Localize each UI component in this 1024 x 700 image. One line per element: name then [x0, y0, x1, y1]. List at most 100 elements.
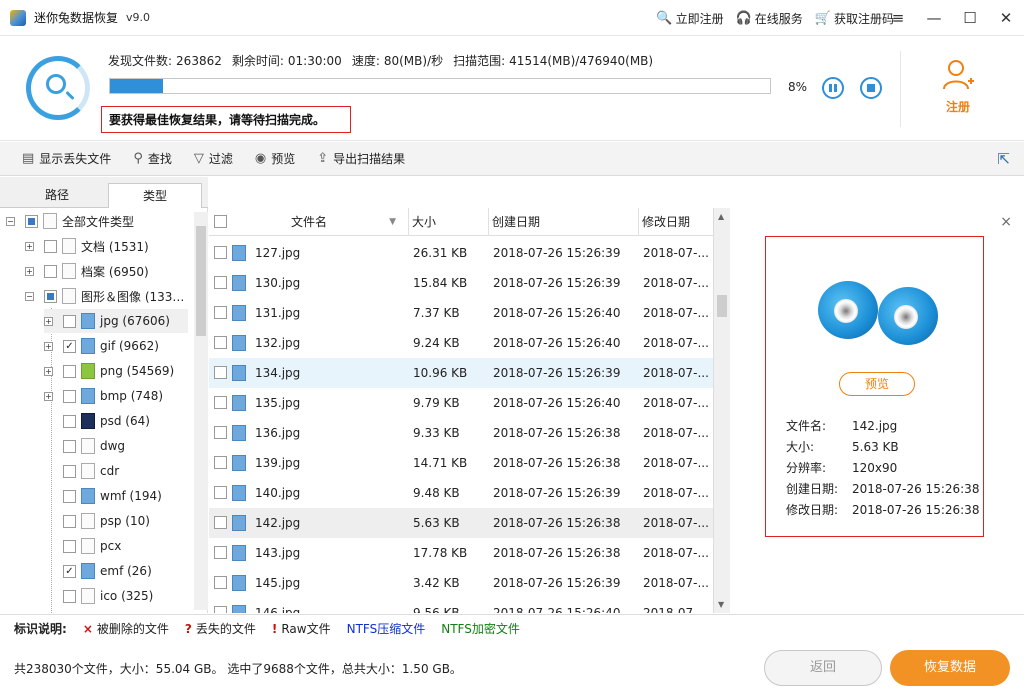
column-header-2[interactable]: 创建日期: [489, 208, 639, 236]
column-header-0[interactable]: 文件名 ▼: [231, 208, 409, 236]
table-row[interactable]: 134.jpg 10.96 KB 2018-07-26 15:26:39 2018-0…: [209, 358, 713, 388]
scroll-up-icon[interactable]: ▲: [718, 212, 724, 221]
list-scroll-thumb[interactable]: [717, 295, 727, 317]
table-row[interactable]: 145.jpg 3.42 KB 2018-07-26 15:26:39 2018-07…: [209, 568, 713, 598]
toolbar-item-2[interactable]: ▽ 过滤: [194, 150, 233, 167]
toolbar-item-0[interactable]: ▤ 显示丢失文件: [22, 150, 111, 167]
tree-item[interactable]: − 图形＆图像 (133…: [25, 284, 184, 308]
maximize-button[interactable]: ☐: [952, 0, 988, 36]
row-checkbox[interactable]: [214, 426, 227, 439]
stop-button[interactable]: [860, 77, 882, 99]
tree-checkbox[interactable]: [63, 489, 76, 503]
pause-button[interactable]: [822, 77, 844, 99]
tree-item[interactable]: psp (10): [44, 509, 150, 533]
tree-item[interactable]: + jpg (67606): [44, 309, 188, 333]
row-checkbox[interactable]: [214, 486, 227, 499]
row-checkbox[interactable]: [214, 246, 227, 259]
row-checkbox[interactable]: [214, 276, 227, 289]
file-show-icon: ▤: [22, 151, 35, 166]
minimize-button[interactable]: —: [916, 0, 952, 36]
table-row[interactable]: 142.jpg 5.63 KB 2018-07-26 15:26:38 2018-07…: [209, 508, 713, 538]
tree-item[interactable]: + bmp (748): [44, 384, 163, 408]
tree-expander-icon[interactable]: +: [25, 266, 34, 276]
tree-checkbox[interactable]: [63, 364, 76, 378]
tree-item[interactable]: pcx: [44, 534, 121, 558]
tree-expander-icon[interactable]: −: [6, 216, 15, 226]
row-checkbox[interactable]: [214, 306, 227, 319]
table-row[interactable]: 135.jpg 9.79 KB 2018-07-26 15:26:40 2018-07…: [209, 388, 713, 418]
share-icon[interactable]: ⇱: [997, 150, 1010, 168]
menu-button[interactable]: ≡: [880, 0, 916, 36]
select-all-checkbox[interactable]: [214, 215, 227, 228]
row-checkbox[interactable]: [214, 456, 227, 469]
tree-item[interactable]: + png (54569): [44, 359, 174, 383]
toolbar-item-4[interactable]: ⇪ 导出扫描结果: [317, 150, 405, 167]
tree-item[interactable]: psd (64): [44, 409, 150, 433]
tree-checkbox[interactable]: [63, 414, 76, 428]
tree-item[interactable]: ✓ emf (26): [44, 559, 152, 583]
tree-item[interactable]: + 文档 (1531): [25, 234, 149, 258]
row-checkbox[interactable]: [214, 366, 227, 379]
tree-scroll-thumb[interactable]: [196, 226, 206, 336]
row-checkbox[interactable]: [214, 336, 227, 349]
row-checkbox[interactable]: [214, 576, 227, 589]
tree-checkbox[interactable]: [63, 389, 76, 403]
table-row[interactable]: 136.jpg 9.33 KB 2018-07-26 15:26:38 2018-07…: [209, 418, 713, 448]
column-header-1[interactable]: 大小: [409, 208, 489, 236]
row-checkbox[interactable]: [214, 546, 227, 559]
column-header-3[interactable]: 修改日期: [639, 208, 713, 236]
tree-expander-icon[interactable]: +: [44, 316, 53, 326]
row-checkbox[interactable]: [214, 396, 227, 409]
tree-scrollbar[interactable]: [194, 212, 208, 610]
toolbar-item-1[interactable]: ⚲ 查找: [133, 150, 172, 167]
tree-item[interactable]: + ✓ gif (9662): [44, 334, 159, 358]
tree-item[interactable]: + 档案 (6950): [25, 259, 149, 283]
tree-expander-icon[interactable]: +: [25, 241, 34, 251]
document-icon: [62, 238, 76, 254]
close-preview-icon[interactable]: ×: [1000, 214, 1012, 230]
tree-checkbox[interactable]: [63, 539, 76, 553]
tree-checkbox[interactable]: [63, 589, 76, 603]
tree-item[interactable]: dwg: [44, 434, 125, 458]
tree-checkbox[interactable]: [44, 289, 57, 303]
tree-checkbox[interactable]: [63, 514, 76, 528]
tree-checkbox[interactable]: [63, 314, 76, 328]
row-checkbox[interactable]: [214, 606, 227, 613]
tree-checkbox[interactable]: [25, 214, 38, 228]
table-row[interactable]: 127.jpg 26.31 KB 2018-07-26 15:26:39 2018-0…: [209, 238, 713, 268]
tree-item[interactable]: ico (325): [44, 584, 153, 608]
tree-expander-icon[interactable]: +: [44, 366, 53, 376]
recover-button[interactable]: 恢复数据: [890, 650, 1010, 686]
table-row[interactable]: 132.jpg 9.24 KB 2018-07-26 15:26:40 2018-07…: [209, 328, 713, 358]
row-checkbox[interactable]: [214, 516, 227, 529]
table-row[interactable]: 139.jpg 14.71 KB 2018-07-26 15:26:38 2018-0…: [209, 448, 713, 478]
back-button[interactable]: 返回: [764, 650, 882, 686]
table-row[interactable]: 130.jpg 15.84 KB 2018-07-26 15:26:39 2018-0…: [209, 268, 713, 298]
table-row[interactable]: 131.jpg 7.37 KB 2018-07-26 15:26:40 2018-07…: [209, 298, 713, 328]
register-button[interactable]: 注册: [930, 57, 986, 115]
tab-1[interactable]: 类型: [108, 183, 202, 209]
tree-checkbox[interactable]: ✓: [63, 339, 76, 353]
preview-button[interactable]: 预览: [839, 372, 915, 396]
tree-checkbox[interactable]: [44, 264, 57, 278]
tree-checkbox[interactable]: [44, 239, 57, 253]
scroll-down-icon[interactable]: ▼: [718, 600, 724, 609]
title-link-1[interactable]: 🎧 在线服务: [736, 10, 803, 27]
close-button[interactable]: ✕: [988, 0, 1024, 36]
list-scrollbar[interactable]: ▲ ▼: [714, 208, 730, 613]
tree-item[interactable]: cdr: [44, 459, 119, 483]
tree-expander-icon[interactable]: +: [44, 391, 53, 401]
tree-checkbox[interactable]: [63, 464, 76, 478]
tree-item[interactable]: − 全部文件类型: [6, 209, 134, 233]
tab-0[interactable]: 路径: [10, 183, 104, 209]
table-row[interactable]: 140.jpg 9.48 KB 2018-07-26 15:26:39 2018-07…: [209, 478, 713, 508]
table-row[interactable]: 143.jpg 17.78 KB 2018-07-26 15:26:38 2018-0…: [209, 538, 713, 568]
toolbar-item-3[interactable]: ◉ 预览: [255, 150, 295, 167]
tree-expander-icon[interactable]: +: [44, 341, 53, 351]
title-link-0[interactable]: 🔍 立即注册: [656, 10, 723, 27]
tree-expander-icon[interactable]: −: [25, 291, 34, 301]
table-row[interactable]: 146.jpg 9.56 KB 2018-07-26 15:26:40 2018-07…: [209, 598, 713, 613]
tree-checkbox[interactable]: ✓: [63, 564, 76, 578]
tree-item[interactable]: wmf (194): [44, 484, 162, 508]
tree-checkbox[interactable]: [63, 439, 76, 453]
